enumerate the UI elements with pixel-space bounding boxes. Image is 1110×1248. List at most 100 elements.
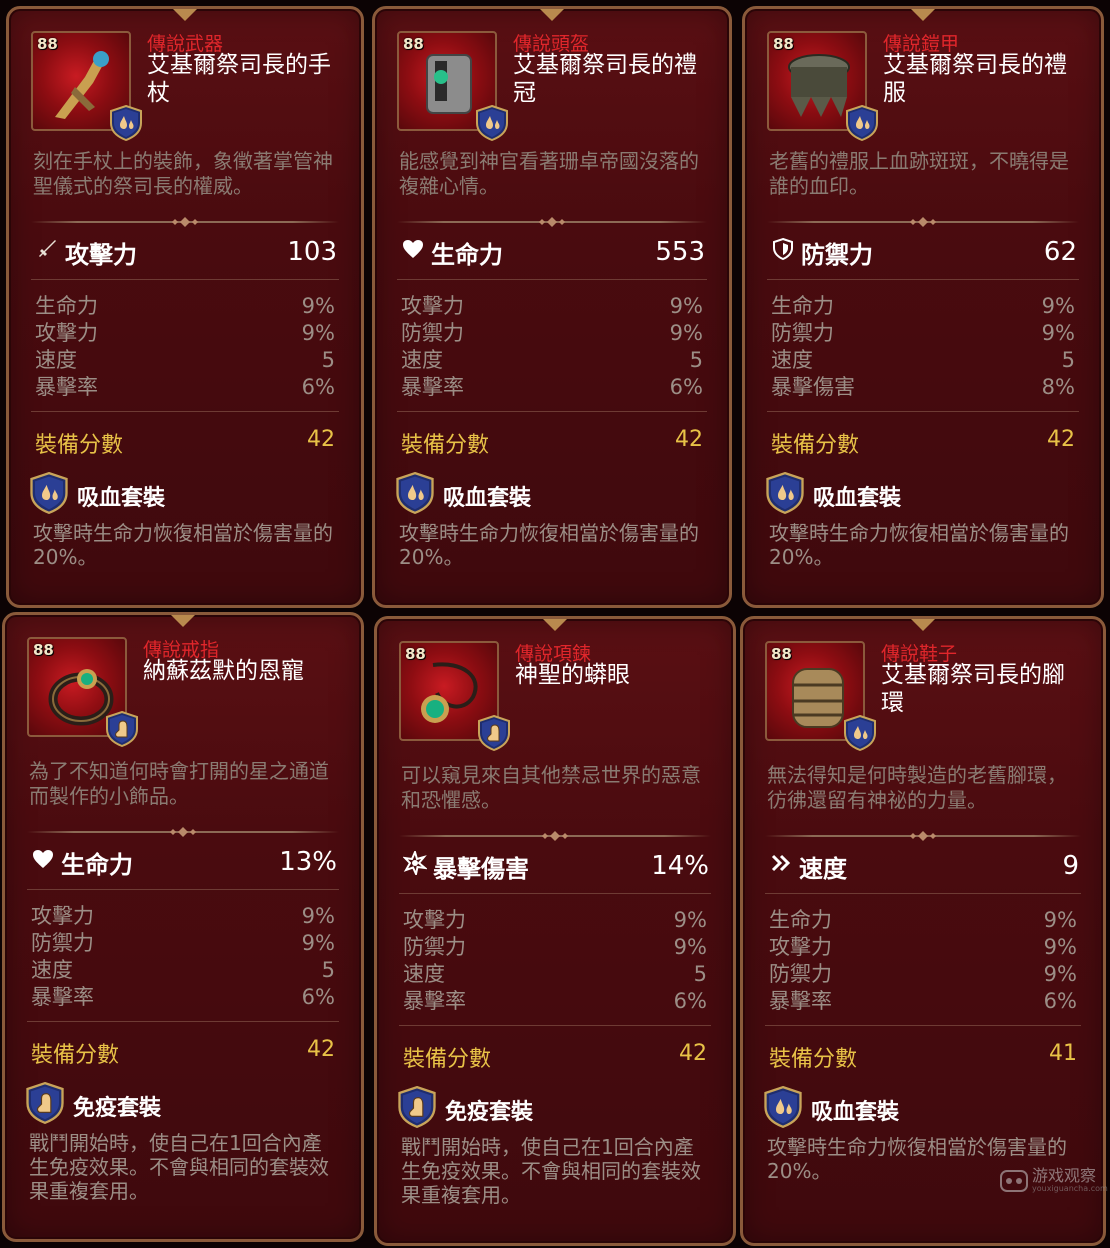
equipment-score-row: 裝備分數 42: [401, 427, 703, 459]
item-description: 無法得知是何時製造的老舊腳環，彷彿還留有神祕的力量。: [767, 763, 1067, 812]
substat-row: 暴擊率 6%: [769, 988, 1077, 1015]
item-thumbnail[interactable]: 88: [27, 637, 138, 748]
substat-row: 速度 5: [403, 961, 707, 988]
watermark-url: youxiguancha.com: [1032, 1184, 1108, 1193]
main-stat-row: 暴擊傷害 14%: [403, 849, 709, 883]
item-thumbnail[interactable]: 88: [31, 31, 142, 142]
item-name: 艾基爾祭司長的禮冠: [513, 52, 697, 106]
main-stat-label: 攻擊力: [65, 240, 137, 269]
equipment-card[interactable]: 88 傳說戒指 納蘇茲默的恩寵 為了不知道何時會打開的星之通道而製作的小飾品。 生命力 1…: [2, 612, 364, 1242]
item-name: 艾基爾祭司長的腳環: [881, 662, 1065, 716]
set-name: 吸血套裝: [813, 486, 902, 511]
immunity-set-icon: [397, 1085, 437, 1134]
lifesteal-set-icon: [29, 471, 69, 520]
equipment-card[interactable]: 88 傳說鎧甲 艾基爾祭司長的禮服 老舊的禮服上血跡斑斑，不曉得是誰的血印。 防禦力 62…: [742, 6, 1104, 608]
substat-row: 防禦力 9%: [31, 930, 335, 957]
substat-value: 9%: [301, 904, 335, 928]
main-stat-row: 生命力 553: [401, 235, 705, 269]
substat-row: 防禦力 9%: [769, 961, 1077, 988]
speed-icon: [769, 851, 793, 881]
item-description: 能感覺到神官看著珊卓帝國沒落的複雜心情。: [399, 149, 699, 198]
equipment-score-value: 41: [1049, 1041, 1077, 1066]
equipment-card[interactable]: 88 傳說項鍊 神聖的蟒眼 可以窺見來自其他禁忌世界的惡意和恐懼感。 暴擊傷害 14% 攻擊…: [374, 616, 736, 1246]
substat-row: 速度 5: [401, 347, 703, 374]
main-stat-row: 生命力 13%: [31, 845, 337, 879]
item-description: 為了不知道何時會打開的星之通道而製作的小飾品。: [29, 759, 329, 808]
substat-value: 5: [693, 962, 707, 986]
main-stat-label: 生命力: [431, 240, 503, 269]
lifesteal-set-icon: [395, 471, 435, 520]
substat-row: 攻擊力 9%: [403, 907, 707, 934]
item-thumbnail[interactable]: 88: [767, 31, 878, 142]
substat-label: 攻擊力: [401, 294, 464, 318]
substats-list: 生命力 9% 防禦力 9% 速度 5 暴擊傷害 8%: [771, 293, 1075, 401]
equipment-card[interactable]: 88 傳說武器 艾基爾祭司長的手杖 刻在手杖上的裝飾，象徵著掌管神聖儀式的祭司長的權威…: [6, 6, 364, 608]
equipment-score-row: 裝備分數 42: [31, 1037, 335, 1069]
ornament-divider: [397, 217, 707, 227]
set-description: 戰鬥開始時，使自己在1回合內產生免疫效果。不會與相同的套裝效果重複套用。: [29, 1131, 329, 1203]
substat-value: 9%: [673, 935, 707, 959]
main-stat-label: 暴擊傷害: [433, 854, 529, 883]
equipment-card[interactable]: 88 傳說頭盔 艾基爾祭司長的禮冠 能感覺到神官看著珊卓帝國沒落的複雜心情。 生命力 55…: [372, 6, 732, 608]
immunity-set-icon: [477, 714, 511, 752]
substat-label: 暴擊率: [769, 989, 832, 1013]
lifesteal-set-icon: [109, 104, 143, 142]
set-name: 免疫套裝: [445, 1100, 534, 1125]
set-description: 攻擊時生命力恢復相當於傷害量的20%。: [33, 521, 333, 569]
substat-label: 攻擊力: [769, 935, 832, 959]
equipment-score-value: 42: [675, 427, 703, 452]
sword-icon: [35, 237, 59, 267]
substat-value: 9%: [669, 294, 703, 318]
item-name: 納蘇茲默的恩寵: [143, 658, 304, 684]
substat-row: 防禦力 9%: [771, 320, 1075, 347]
stat-divider: [397, 279, 707, 280]
substat-value: 6%: [669, 375, 703, 399]
equipment-score-label: 裝備分數: [403, 1047, 492, 1072]
stat-divider: [767, 279, 1079, 280]
substat-label: 暴擊率: [401, 375, 464, 399]
equipment-score-row: 裝備分數 41: [769, 1041, 1077, 1073]
substat-label: 暴擊率: [35, 375, 98, 399]
shield-icon: [771, 237, 795, 267]
main-stat-value: 9: [1062, 851, 1079, 881]
substat-label: 暴擊率: [403, 989, 466, 1013]
substat-label: 生命力: [769, 908, 832, 932]
substat-row: 速度 5: [771, 347, 1075, 374]
stat-divider: [765, 1025, 1081, 1026]
substat-value: 9%: [1043, 935, 1077, 959]
substat-value: 8%: [1041, 375, 1075, 399]
ornament-divider: [767, 217, 1079, 227]
substat-label: 速度: [771, 348, 813, 372]
set-name: 免疫套裝: [73, 1096, 162, 1121]
equipment-score-value: 42: [307, 427, 335, 452]
substat-label: 防禦力: [771, 321, 834, 345]
substat-label: 防禦力: [403, 935, 466, 959]
item-thumbnail[interactable]: 88: [399, 641, 510, 752]
substat-value: 9%: [301, 931, 335, 955]
substat-row: 防禦力 9%: [401, 320, 703, 347]
stat-divider: [765, 893, 1081, 894]
substat-label: 攻擊力: [31, 904, 94, 928]
set-description: 攻擊時生命力恢復相當於傷害量的20%。: [399, 521, 699, 569]
watermark-logo-icon: [1000, 1169, 1028, 1192]
item-thumbnail[interactable]: 88: [765, 641, 876, 752]
substat-label: 防禦力: [31, 931, 94, 955]
substat-value: 9%: [1043, 962, 1077, 986]
heart-icon: [401, 237, 425, 267]
substat-row: 生命力 9%: [771, 293, 1075, 320]
stat-divider: [31, 411, 339, 412]
main-stat-value: 62: [1043, 237, 1077, 267]
equipment-card[interactable]: 88 傳說鞋子 艾基爾祭司長的腳環 無法得知是何時製造的老舊腳環，彷彿還留有神祕的力量…: [740, 616, 1106, 1246]
item-thumbnail[interactable]: 88: [397, 31, 508, 142]
substat-value: 5: [321, 958, 335, 982]
equipment-score-row: 裝備分數 42: [35, 427, 335, 459]
lifesteal-set-icon: [845, 104, 879, 142]
set-description: 攻擊時生命力恢復相當於傷害量的20%。: [769, 521, 1069, 569]
substat-row: 暴擊率 6%: [403, 988, 707, 1015]
watermark: 游戏观察 youxiguancha.com: [1000, 1168, 1108, 1193]
ornament-divider: [31, 217, 339, 227]
substat-value: 9%: [669, 321, 703, 345]
equipment-score-label: 裝備分數: [771, 433, 860, 458]
equipment-score-row: 裝備分數 42: [403, 1041, 707, 1073]
crit-damage-icon: [403, 851, 427, 881]
